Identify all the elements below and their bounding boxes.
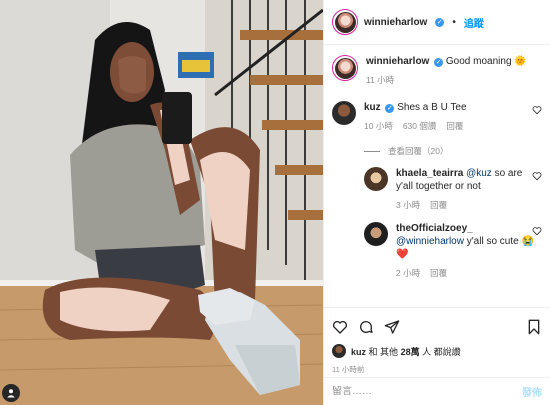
reply-mention[interactable]: @winnieharlow — [396, 236, 464, 247]
comment-bubble-icon[interactable] — [358, 319, 374, 335]
comment-timestamp[interactable]: 10 小時 — [364, 120, 393, 133]
view-replies-label: 查看回覆（20） — [388, 146, 449, 156]
share-paper-plane-icon[interactable] — [384, 319, 400, 335]
comment: kuz ✓ Shes a B U Tee 10 小時 630 個讚 回覆 — [332, 101, 542, 133]
commenter-avatar[interactable] — [332, 101, 356, 125]
reply: theOfficialzoey_ @winnieharlow y'all so … — [364, 222, 542, 280]
caption-text: Good moaning — [445, 56, 512, 67]
likes-summary[interactable]: kuz 和 其他 28萬 人 都說讚 — [332, 344, 542, 358]
liker-username[interactable]: kuz — [351, 347, 366, 357]
instagram-post-window: winnieharlow ✓ • 追蹤 winnieharlow ✓ Good … — [0, 0, 550, 405]
reply-reply-button[interactable]: 回覆 — [430, 267, 447, 280]
caption-author-username[interactable]: winnieharlow — [366, 56, 429, 67]
caption-timestamp[interactable]: 11 小時 — [366, 74, 394, 87]
post-comment-button[interactable]: 發佈 — [522, 384, 542, 399]
comment-input[interactable] — [332, 386, 522, 397]
author-avatar[interactable] — [332, 9, 358, 35]
post-side-panel: winnieharlow ✓ • 追蹤 winnieharlow ✓ Good … — [323, 0, 550, 405]
like-heart-icon[interactable] — [332, 319, 348, 335]
replier-avatar[interactable] — [364, 222, 388, 246]
save-bookmark-icon[interactable] — [526, 319, 542, 335]
likes-text-mid: 和 其他 — [368, 346, 399, 357]
comment-reply-button[interactable]: 回覆 — [446, 120, 463, 133]
likes-count[interactable]: 28萬 — [401, 347, 420, 357]
follow-button[interactable]: 追蹤 — [464, 15, 484, 30]
commenter-username[interactable]: kuz — [364, 102, 381, 113]
reply-text: y'all so cute — [466, 236, 519, 247]
comments-list: winnieharlow ✓ Good moaning 🌞 11 小時 kuz … — [324, 45, 550, 307]
reply-reply-button[interactable]: 回覆 — [430, 199, 447, 212]
comment-text: Shes a B U Tee — [397, 102, 467, 113]
view-replies-button[interactable]: 查看回覆（20） — [364, 145, 542, 157]
comment-heart-icon[interactable] — [532, 105, 542, 115]
verified-badge-icon: ✓ — [385, 104, 395, 113]
photo-illustration — [0, 0, 323, 405]
comment-like-count[interactable]: 630 個讚 — [403, 120, 437, 133]
reply-heart-icon[interactable] — [532, 226, 542, 236]
post-header: winnieharlow ✓ • 追蹤 — [324, 0, 550, 45]
caption-emoji: 🌞 — [514, 56, 527, 67]
replier-username[interactable]: theOfficialzoey_ — [396, 223, 473, 234]
comment-composer: 發佈 — [324, 377, 550, 405]
replier-username[interactable]: khaela_teairra — [396, 168, 463, 179]
liker-avatar[interactable] — [332, 344, 346, 358]
reply-timestamp[interactable]: 2 小時 — [396, 267, 420, 280]
reply-heart-icon[interactable] — [532, 171, 542, 181]
post-timestamp[interactable]: 11 小時前 — [332, 364, 542, 375]
replier-avatar[interactable] — [364, 167, 388, 191]
verified-badge-icon: ✓ — [434, 58, 444, 67]
likes-text-end: 人 都說讚 — [422, 346, 461, 357]
author-username[interactable]: winnieharlow — [364, 17, 427, 28]
post-photo[interactable] — [0, 0, 323, 405]
reply-mention[interactable]: @kuz — [466, 168, 492, 179]
user-icon — [7, 389, 15, 398]
caption-author-avatar[interactable] — [332, 55, 358, 81]
reply: khaela_teairra @kuz so are y'all togethe… — [364, 167, 542, 212]
separator-dot: • — [452, 16, 456, 28]
view-replies-line — [364, 150, 380, 152]
verified-badge-icon: ✓ — [435, 17, 445, 27]
caption: winnieharlow ✓ Good moaning 🌞 11 小時 — [332, 55, 542, 87]
reply-timestamp[interactable]: 3 小時 — [396, 199, 420, 212]
tagged-user-button[interactable] — [2, 384, 20, 402]
